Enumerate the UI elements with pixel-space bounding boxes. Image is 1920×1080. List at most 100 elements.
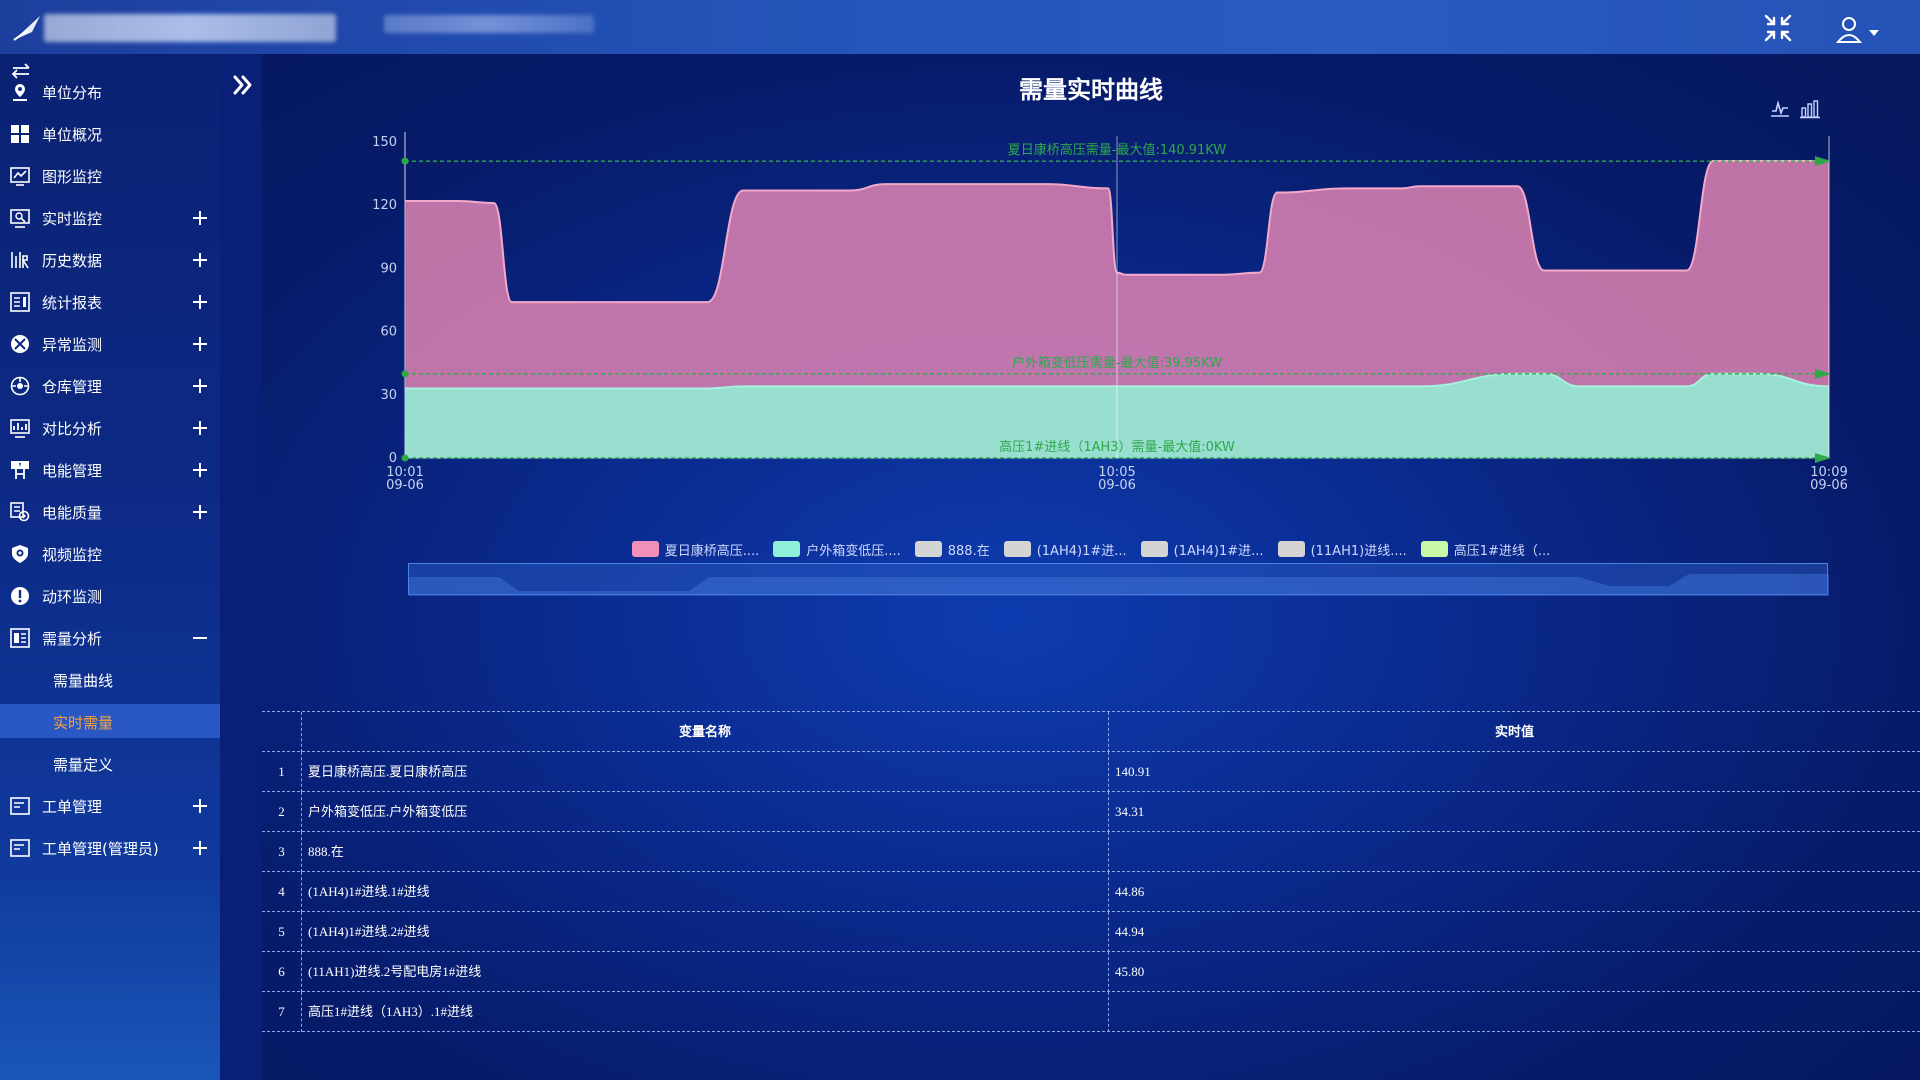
exit-fullscreen-icon[interactable] — [1762, 12, 1794, 44]
sidebar-item-label: 需量曲线 — [53, 672, 114, 690]
y-tick-label: 120 — [372, 198, 397, 213]
sidebar-item-label: 工单管理 — [42, 798, 103, 816]
legend-item[interactable]: 夏日康桥高压.... — [631, 538, 759, 560]
double-chevron-right-icon[interactable] — [232, 74, 254, 96]
legend-item[interactable]: 高压1#进线（... — [1420, 538, 1551, 560]
sidebar-item[interactable]: 对比分析 — [0, 410, 220, 444]
row-realtime-value: 140.91 — [1115, 764, 1151, 779]
header-realtime-value: 实时值 — [1494, 724, 1534, 739]
demand-analysis-icon — [10, 628, 30, 648]
plus-icon[interactable] — [191, 419, 209, 437]
sidebar-item[interactable]: 工单管理 — [0, 788, 220, 822]
sidebar-item[interactable]: 仓库管理 — [0, 368, 220, 402]
sidebar-item-label: 实时需量 — [53, 714, 114, 732]
sidebar-item-label: 对比分析 — [42, 420, 103, 438]
user-menu-icon[interactable] — [1836, 14, 1886, 44]
sidebar-item[interactable]: 历史数据 — [0, 242, 220, 276]
camera-icon — [12, 545, 28, 563]
row-realtime-value: 45.80 — [1115, 964, 1145, 979]
plus-icon[interactable] — [191, 797, 209, 815]
table-row: 6 (11AH1)进线.2号配电房1#进线 45.80 — [262, 952, 1920, 992]
minus-icon[interactable] — [191, 629, 209, 647]
legend-label: (1AH4)1#进... — [1036, 543, 1127, 559]
sidebar-item-label: 单位分布 — [42, 84, 103, 102]
warehouse-icon — [10, 376, 30, 396]
legend-label: 888.在 — [947, 543, 990, 559]
sidebar-subitem[interactable]: 实时需量 — [0, 704, 220, 738]
monitor-graph-icon — [10, 167, 30, 186]
markline-start-dot — [401, 157, 409, 165]
x-tick-date: 09-06 — [1098, 478, 1136, 493]
sidebar-item[interactable]: 图形监控 — [0, 158, 220, 192]
legend-item[interactable]: 户外箱变低压.... — [773, 538, 901, 560]
plus-icon[interactable] — [191, 335, 209, 353]
sidebar-item[interactable]: 电能质量 — [0, 494, 220, 528]
sidebar-item-label: 工单管理(管理员) — [42, 840, 159, 858]
sidebar-item[interactable]: 电能管理 — [0, 452, 220, 486]
sidebar-item-label: 电能管理 — [42, 462, 103, 480]
plus-icon[interactable] — [191, 209, 209, 227]
sidebar-item[interactable]: 视频监控 — [0, 536, 220, 570]
plus-icon[interactable] — [191, 503, 209, 521]
legend-label: 高压1#进线（... — [1453, 543, 1551, 559]
table-header-row: 变量名称 实时值 — [262, 712, 1920, 752]
plus-icon[interactable] — [191, 293, 209, 311]
row-variable-name: 888.在 — [302, 832, 1109, 872]
row-variable-name: (11AH1)进线.2号配电房1#进线 — [302, 952, 1109, 992]
app-subtitle-redacted — [384, 15, 594, 33]
legend-label: (11AH1)进线.... — [1310, 543, 1407, 559]
app-logo-icon — [13, 16, 40, 41]
power-tower-icon — [11, 461, 29, 479]
realtime-value-table: 变量名称 实时值 1 夏日康桥高压.夏日康桥高压 140.91 2 户外箱变低压.户外箱… — [262, 711, 1920, 1032]
sidebar-item[interactable]: 动环监测 — [0, 578, 220, 612]
markline-label: 高压1#进线（1AH3）需量-最大值:0KW — [999, 439, 1235, 455]
sidebar-subitem[interactable]: 需量定义 — [0, 746, 220, 780]
history-data-icon — [11, 252, 29, 269]
markline-start-dot — [401, 370, 409, 378]
plus-icon[interactable] — [191, 251, 209, 269]
row-realtime-value — [1109, 992, 1920, 1032]
alert-tool-icon — [11, 335, 29, 353]
work-order-admin-icon — [10, 839, 30, 857]
sidebar-item-label: 仓库管理 — [42, 378, 103, 396]
sidebar-subitem[interactable]: 需量曲线 — [0, 662, 220, 696]
grid-icon — [11, 125, 29, 143]
sidebar-item[interactable]: 异常监测 — [0, 326, 220, 360]
sidebar-item-label: 统计报表 — [42, 294, 103, 312]
y-tick-label: 150 — [372, 135, 397, 150]
row-realtime-value: 44.94 — [1115, 924, 1145, 939]
x-tick-date: 09-06 — [1810, 478, 1848, 493]
sidebar-item-label: 异常监测 — [42, 336, 103, 354]
row-realtime-value: 34.31 — [1115, 804, 1145, 819]
markline-label: 夏日康桥高压需量-最大值:140.91KW — [1008, 142, 1227, 158]
row-variable-name: 户外箱变低压.户外箱变低压 — [302, 792, 1109, 832]
y-tick-label: 30 — [380, 388, 397, 403]
sidebar-item[interactable]: 实时监控 — [0, 200, 220, 234]
row-index: 4 — [262, 872, 302, 912]
sidebar-item[interactable]: 单位分布 — [0, 74, 220, 108]
y-tick-label: 60 — [380, 325, 397, 340]
row-index: 1 — [262, 752, 302, 792]
table-row: 3 888.在 — [262, 832, 1920, 872]
sidebar-item[interactable]: 单位概况 — [0, 116, 220, 150]
sidebar-item[interactable]: 工单管理(管理员) — [0, 830, 220, 864]
plus-icon[interactable] — [191, 461, 209, 479]
legend-swatch — [631, 541, 659, 557]
header-variable-name: 变量名称 — [302, 712, 1109, 752]
sidebar-item-label: 动环监测 — [42, 588, 103, 606]
legend-item[interactable]: (1AH4)1#进... — [1003, 538, 1127, 560]
legend-swatch — [914, 541, 942, 557]
chart-zoom-slider[interactable] — [408, 563, 1829, 596]
legend-item[interactable]: (1AH4)1#进... — [1140, 538, 1264, 560]
row-variable-name: (1AH4)1#进线.1#进线 — [302, 872, 1109, 912]
sidebar-item[interactable]: 需量分析 — [0, 620, 220, 654]
legend-item[interactable]: (11AH1)进线.... — [1277, 538, 1407, 560]
sidebar-item[interactable]: 统计报表 — [0, 284, 220, 318]
plus-icon[interactable] — [191, 839, 209, 857]
row-variable-name: 高压1#进线（1AH3）.1#进线 — [302, 992, 1109, 1032]
demand-chart: 0 30 60 90 120 150 夏日康桥高压需量-最大值:140.91KW 户外箱变低压… — [372, 132, 1848, 493]
row-variable-name: 夏日康桥高压.夏日康桥高压 — [302, 752, 1109, 792]
plus-icon[interactable] — [191, 377, 209, 395]
row-index: 3 — [262, 832, 302, 872]
legend-item[interactable]: 888.在 — [914, 538, 990, 560]
